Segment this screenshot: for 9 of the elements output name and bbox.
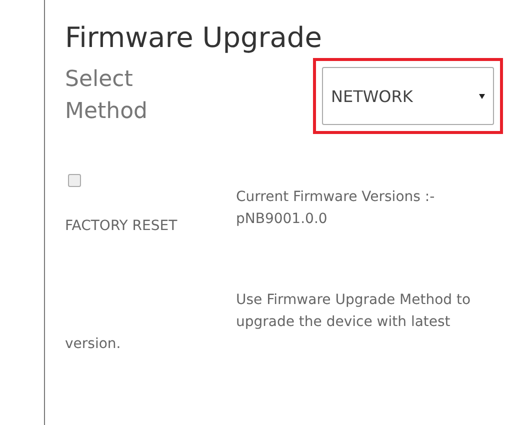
firmware-version-value: pNB9001.0.0 xyxy=(236,210,328,229)
factory-reset-checkbox[interactable] xyxy=(68,174,81,187)
method-dropdown[interactable]: NETWORK xyxy=(322,67,494,125)
page-title: Firmware Upgrade xyxy=(65,20,323,56)
select-method-label: Select Method xyxy=(65,66,149,126)
factory-reset-label: FACTORY RESET xyxy=(65,217,178,236)
firmware-versions-label: Current Firmware Versions :- xyxy=(236,188,435,207)
caret-icon xyxy=(479,94,485,98)
upgrade-note: Use Firmware Upgrade Method to upgrade the device with latest version. xyxy=(65,291,472,354)
